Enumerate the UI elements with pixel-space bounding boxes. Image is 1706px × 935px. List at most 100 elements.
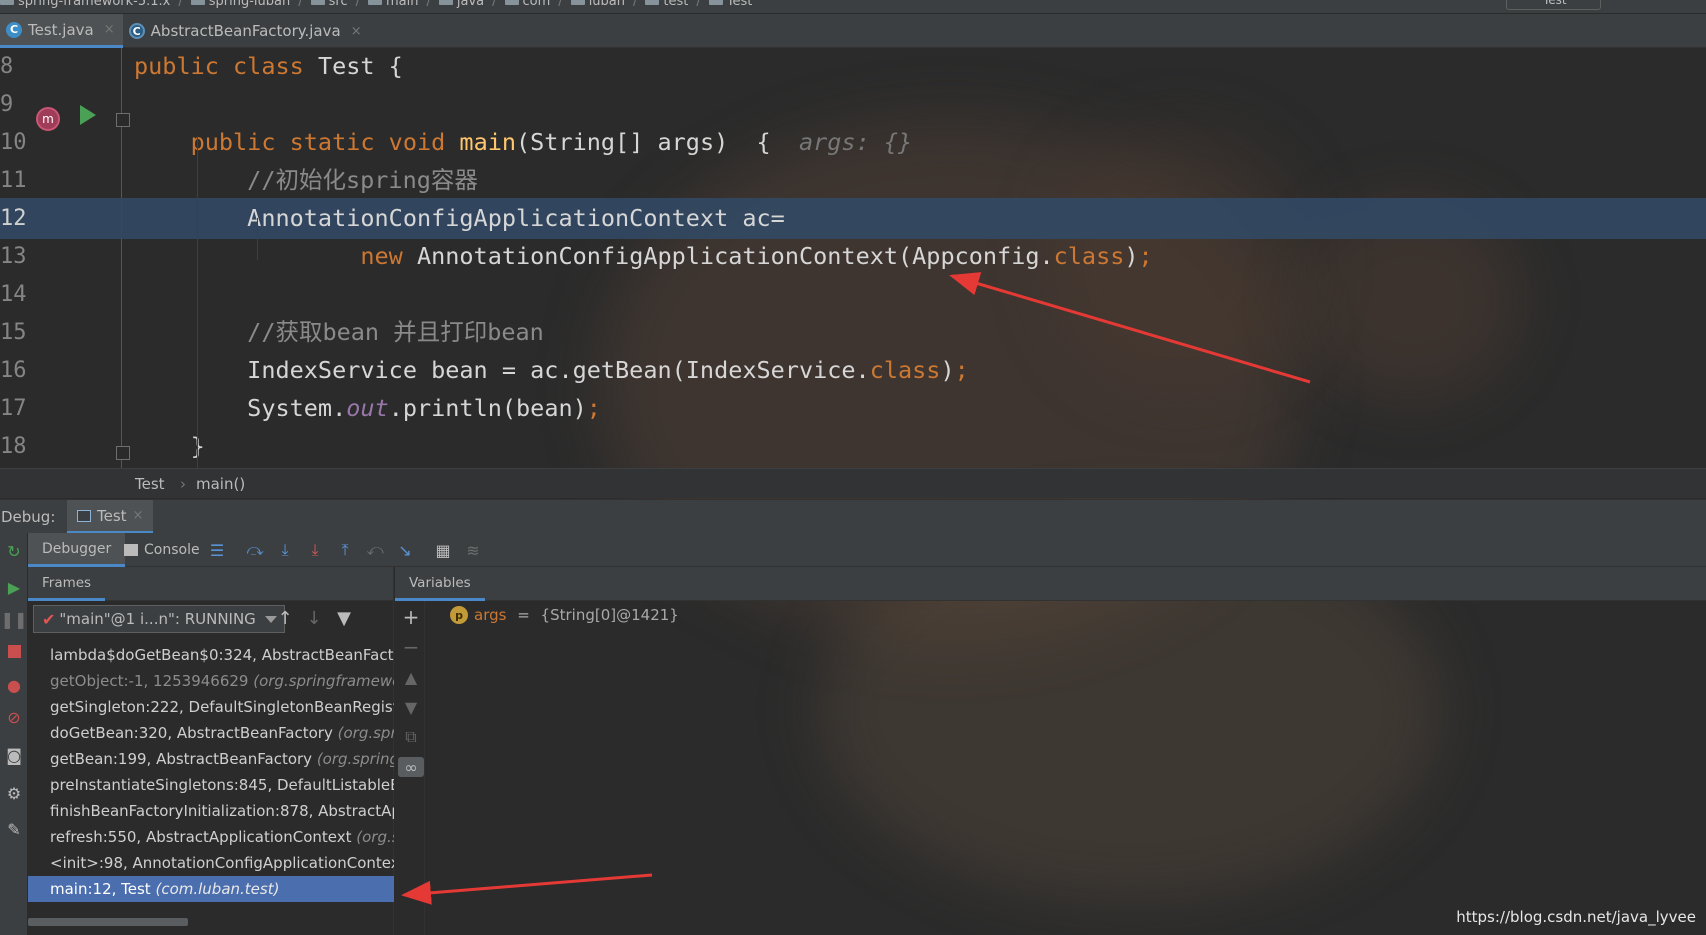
tab-abstract-bean-factory[interactable]: C AbstractBeanFactory.java × [123, 14, 370, 48]
move-up-icon[interactable]: ▲ [401, 667, 421, 687]
debugger-tab-label: Debugger [42, 540, 112, 557]
breadcrumb-item[interactable]: luban [571, 0, 625, 9]
tab-test-java[interactable]: C Test.java × [0, 14, 123, 48]
glasses-icon[interactable]: ∞ [398, 757, 424, 777]
thread-select[interactable]: ✔ "main"@1 i...n": RUNNING [33, 605, 285, 633]
fold-icon[interactable] [116, 446, 130, 460]
code-line[interactable]: 14 [0, 274, 1706, 315]
breadcrumb-item[interactable]: spring-luban [191, 0, 290, 9]
stack-frame[interactable]: preInstantiateSingletons:845, DefaultLis… [28, 772, 394, 798]
stack-frame[interactable]: main:12, Test (com.luban.test) [28, 876, 394, 902]
filter-icon[interactable]: ▼ [333, 607, 355, 629]
editor-breadcrumb: Test › main() [0, 468, 1706, 498]
breadcrumb-item[interactable]: Test [709, 0, 753, 9]
line-number: 14 [0, 282, 27, 307]
tab-frames[interactable]: Frames [28, 567, 106, 601]
force-step-into-icon[interactable]: ⤓ [304, 540, 326, 560]
breadcrumb-class[interactable]: Test [135, 475, 165, 493]
move-down-icon[interactable]: ▼ [401, 697, 421, 717]
code-line[interactable]: 8 public class Test { [0, 48, 1706, 87]
step-over-icon[interactable]: ⤼ [244, 540, 266, 560]
remove-watch-icon[interactable]: − [401, 635, 421, 659]
breadcrumb-separator: / [178, 0, 183, 9]
close-icon[interactable]: × [351, 24, 362, 39]
stack-frame[interactable]: lambda$doGetBean$0:324, AbstractBeanFact… [28, 642, 394, 668]
copy-icon[interactable]: ⧉ [401, 727, 421, 747]
breadcrumb-item[interactable]: test [645, 0, 688, 9]
tab-console[interactable]: Console [110, 533, 214, 567]
stack-frame[interactable]: getSingleton:222, DefaultSingletonBeanRe… [28, 694, 394, 720]
variable-row[interactable]: p args = {String[0]@1421} [450, 606, 679, 624]
code-line[interactable]: 18 } [0, 426, 1706, 467]
method-breakpoint-icon[interactable]: m [36, 107, 60, 131]
run-config-icon [77, 509, 91, 522]
resume-icon[interactable]: ▶ [4, 577, 24, 597]
rerun-icon[interactable]: ↻ [4, 541, 24, 561]
mute-breakpoints-icon[interactable]: ⊘ [4, 707, 24, 727]
show-execution-point-icon[interactable]: ☰ [206, 540, 228, 560]
tab-variables[interactable]: Variables [395, 567, 485, 601]
breadcrumb-item[interactable]: com [505, 0, 551, 9]
breadcrumb-item[interactable]: spring-framework-5.1.x [0, 0, 170, 9]
stack-frame[interactable]: <init>:98, AnnotationConfigApplicationCo… [28, 850, 394, 876]
code-text: new AnnotationConfigApplicationContext(A… [360, 242, 1153, 270]
arrow-down-icon[interactable]: ↓ [303, 607, 325, 629]
breadcrumb-item[interactable]: src [311, 0, 348, 9]
arrow-up-icon[interactable]: ↑ [274, 607, 296, 629]
camera-icon[interactable]: ◙ [4, 745, 24, 765]
breadcrumb-item[interactable]: java [439, 0, 484, 9]
code-line[interactable]: 11 //初始化spring容器 [0, 160, 1706, 201]
fold-icon[interactable] [116, 113, 130, 127]
add-watch-icon[interactable]: + [401, 605, 421, 629]
run-gutter-icon[interactable] [80, 105, 96, 125]
breadcrumb-separator: / [355, 0, 361, 9]
debug-session-tab[interactable]: Test × [67, 500, 154, 534]
frame-list[interactable]: lambda$doGetBean$0:324, AbstractBeanFact… [28, 642, 394, 902]
horizontal-scrollbar[interactable] [28, 918, 188, 926]
code-line[interactable]: 16 IndexService bean = ac.getBean(IndexS… [0, 350, 1706, 391]
tab-label: Test.java [28, 20, 94, 39]
run-to-cursor-icon[interactable]: ↘ [394, 540, 416, 560]
stack-frame[interactable]: doGetBean:320, AbstractBeanFactory (org.… [28, 720, 394, 746]
close-icon[interactable]: × [104, 22, 115, 37]
run-configuration-select[interactable]: Test [1506, 0, 1601, 10]
trace-stream-icon[interactable]: ≋ [462, 540, 484, 560]
session-label: Test [97, 506, 127, 525]
pin-icon[interactable]: ✎ [4, 819, 24, 839]
breadcrumb-separator: › [180, 475, 186, 493]
path-breadcrumb[interactable]: spring-framework-5.1.x / spring-luban / src /… [0, 0, 752, 9]
breadcrumb-method[interactable]: main() [196, 475, 245, 493]
java-class-icon: C [6, 21, 22, 38]
stack-frame[interactable]: finishBeanFactoryInitialization:878, Abs… [28, 798, 394, 824]
close-icon[interactable]: × [133, 508, 144, 523]
drop-frame-icon[interactable]: ⤺ [364, 540, 386, 560]
abstract-class-icon: C [128, 23, 145, 39]
watermark: https://blog.csdn.net/java_lyvee [1456, 908, 1696, 926]
view-breakpoints-icon[interactable]: ● [4, 675, 24, 695]
pause-icon[interactable]: ❚❚ [1, 609, 28, 629]
code-line[interactable]: 10 public static void main(String[] args… [0, 122, 1706, 163]
navigation-bar: spring-framework-5.1.x / spring-luban / src /… [0, 0, 1706, 14]
gear-icon[interactable]: ⚙ [4, 783, 24, 803]
code-line[interactable]: 13 new AnnotationConfigApplicationContex… [0, 236, 1706, 277]
stack-frame[interactable]: refresh:550, AbstractApplicationContext … [28, 824, 394, 850]
code-line[interactable]: 12 AnnotationConfigApplicationContext ac… [0, 198, 1706, 239]
stack-frame[interactable]: getBean:199, AbstractBeanFactory (org.sp… [28, 746, 394, 772]
code-line[interactable]: 17 System.out.println(bean); [0, 388, 1706, 429]
debug-window-header: Debug: Test × [0, 499, 1706, 534]
stack-frame[interactable]: getObject:-1, 1253946629 (org.springfram… [28, 668, 394, 694]
code-editor[interactable]: 8 public class Test {9 10 public static vo… [0, 48, 1706, 468]
breadcrumb-item[interactable]: main [368, 0, 418, 9]
step-into-icon[interactable]: ⤓ [274, 540, 296, 560]
breadcrumb-separator: / [558, 0, 563, 9]
stop-icon[interactable] [4, 641, 24, 661]
code-text: //获取bean 并且打印bean [134, 318, 544, 346]
code-line[interactable]: 9 [0, 84, 1706, 125]
line-number: 11 [0, 168, 27, 193]
code-line[interactable]: 15 //获取bean 并且打印bean [0, 312, 1706, 353]
variables-side-toolbar: + − ▲ ▼ ⧉ ∞ [395, 601, 425, 935]
check-icon: ✔ [42, 609, 56, 629]
evaluate-expression-icon[interactable]: ▦ [432, 540, 454, 560]
breadcrumb-separator: / [633, 0, 638, 9]
step-out-icon[interactable]: ⤒ [334, 540, 356, 560]
